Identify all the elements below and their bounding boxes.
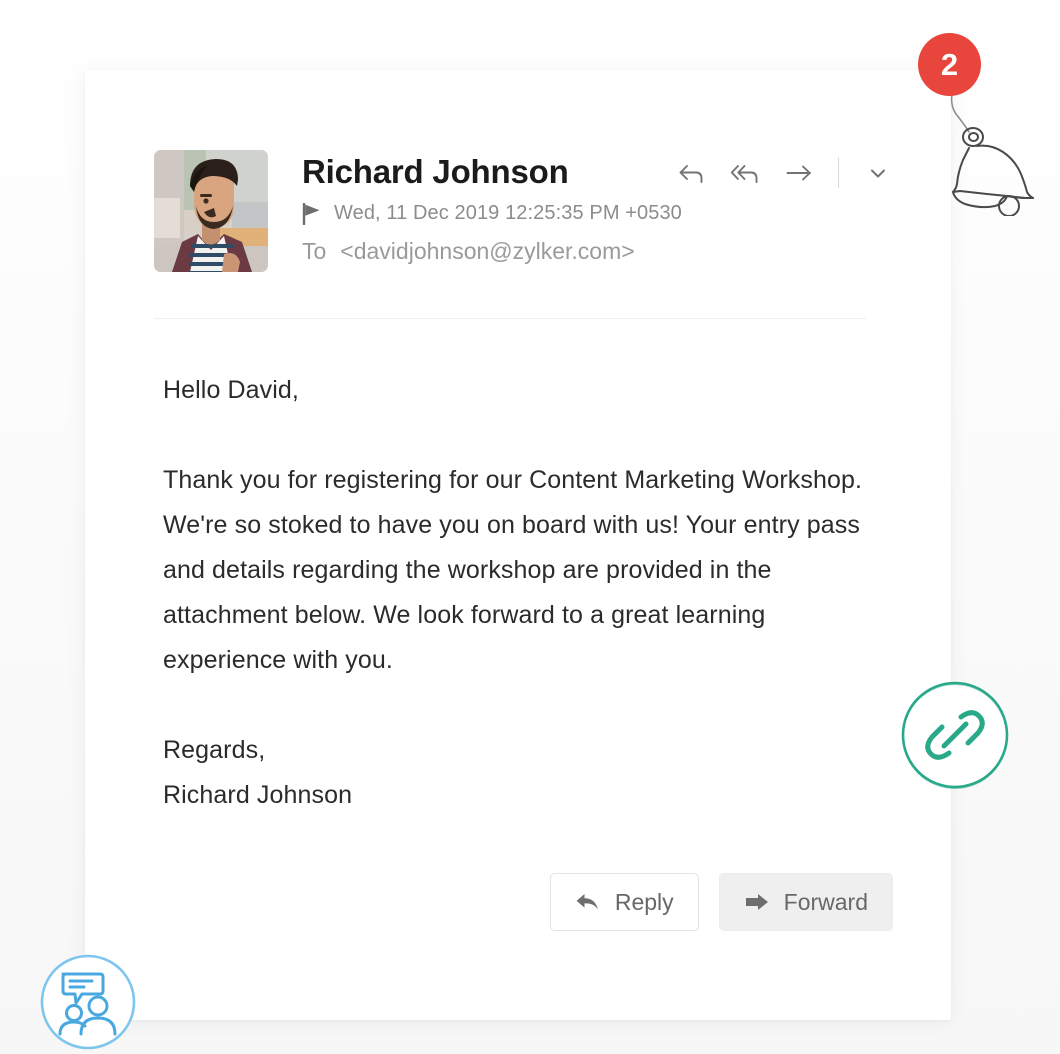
flag-icon xyxy=(302,202,320,225)
link-attachment-icon[interactable] xyxy=(898,678,1012,792)
forward-icon[interactable] xyxy=(784,158,814,188)
forward-arrow-icon xyxy=(745,894,768,910)
to-row: To <davidjohnson@zylker.com> xyxy=(302,238,893,265)
header-divider xyxy=(154,318,866,319)
reply-all-icon[interactable] xyxy=(730,158,760,188)
message-body: Hello David, Thank you for registering f… xyxy=(163,368,883,818)
recipient-address: <davidjohnson@zylker.com> xyxy=(340,238,635,264)
forward-button-label: Forward xyxy=(783,888,868,915)
reply-arrow-icon xyxy=(576,894,598,910)
message-date: Wed, 11 Dec 2019 12:25:35 PM +0530 xyxy=(334,202,682,224)
signature-signoff: Regards, xyxy=(163,736,266,764)
reply-button[interactable]: Reply xyxy=(549,873,699,931)
avatar xyxy=(154,150,268,272)
date-row: Wed, 11 Dec 2019 12:25:35 PM +0530 xyxy=(302,202,893,225)
reply-button-label: Reply xyxy=(614,888,674,915)
notification-badge[interactable]: 2 xyxy=(918,33,981,96)
body-greeting: Hello David, xyxy=(163,376,299,404)
header-actions xyxy=(676,158,893,188)
bell-icon[interactable] xyxy=(947,88,1059,216)
notification-count: 2 xyxy=(940,46,959,82)
action-divider xyxy=(838,158,839,188)
signature-name: Richard Johnson xyxy=(163,781,353,809)
to-label: To xyxy=(302,238,327,264)
chevron-down-icon[interactable] xyxy=(863,158,893,188)
forward-button[interactable]: Forward xyxy=(718,873,893,931)
message-footer: Reply Forward xyxy=(549,873,893,931)
reply-icon[interactable] xyxy=(676,158,706,188)
contacts-chat-icon[interactable] xyxy=(36,950,140,1054)
body-paragraph: Thank you for registering for our Conten… xyxy=(163,466,863,674)
email-card: Richard Johnson Wed, 11 Dec 2019 12:25:3… xyxy=(85,70,951,1020)
